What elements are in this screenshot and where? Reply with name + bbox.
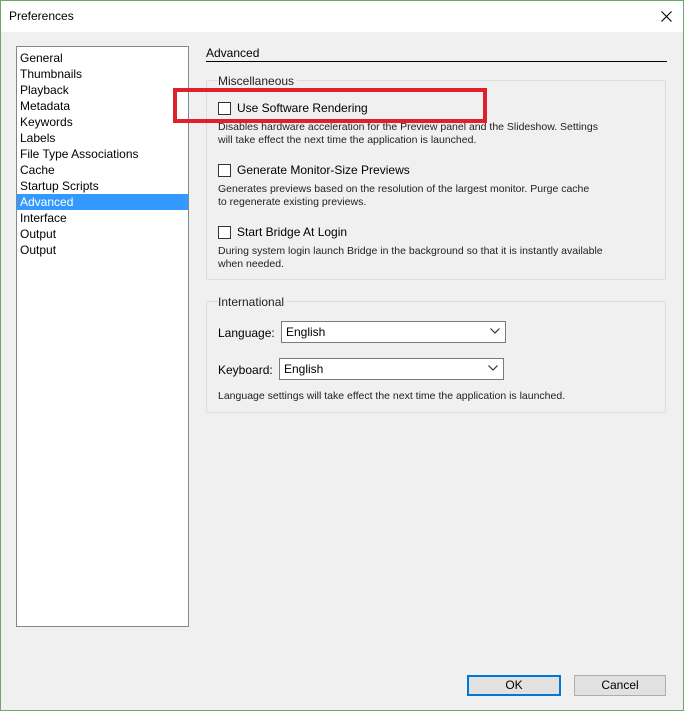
language-select-value: English (286, 325, 326, 339)
sidebar-item-startup-scripts[interactable]: Startup Scripts (17, 178, 188, 194)
sidebar-item-keywords[interactable]: Keywords (17, 114, 188, 130)
sidebar-item-general[interactable]: General (17, 50, 188, 66)
sidebar-item-advanced[interactable]: Advanced (17, 194, 188, 210)
language-select[interactable]: English (281, 321, 506, 343)
start-bridge-at-login-option[interactable]: Start Bridge At Login (218, 224, 347, 240)
keyboard-label: Keyboard: (218, 363, 273, 377)
heading-divider (206, 61, 667, 62)
description-line: Generates previews based on the resoluti… (218, 183, 590, 195)
start-bridge-at-login-description: During system login launch Bridge in the… (218, 245, 638, 271)
language-settings-note: Language settings will take effect the n… (218, 390, 566, 402)
start-bridge-at-login-checkbox[interactable] (218, 225, 231, 239)
start-bridge-at-login-label[interactable]: Start Bridge At Login (237, 225, 347, 239)
sidebar-item-output-2[interactable]: Output (17, 242, 188, 258)
description-line: will take effect the next time the appli… (218, 134, 477, 146)
description-line: when needed. (218, 258, 284, 270)
sidebar-item-thumbnails[interactable]: Thumbnails (17, 66, 188, 82)
title-bar: Preferences (1, 1, 683, 32)
sidebar-item-playback[interactable]: Playback (17, 82, 188, 98)
chevron-down-icon (488, 365, 498, 371)
international-group-title: International (218, 295, 288, 309)
generate-monitor-size-previews-option[interactable]: Generate Monitor-Size Previews (218, 162, 410, 178)
sidebar-item-cache[interactable]: Cache (17, 162, 188, 178)
sidebar-item-metadata[interactable]: Metadata (17, 98, 188, 114)
preferences-category-list[interactable]: General Thumbnails Playback Metadata Key… (16, 46, 189, 627)
use-software-rendering-description: Disables hardware acceleration for the P… (218, 121, 638, 147)
miscellaneous-group-title: Miscellaneous (218, 74, 298, 88)
sidebar-item-output[interactable]: Output (17, 226, 188, 242)
annotation-highlight-box (173, 88, 487, 123)
close-icon (660, 10, 672, 22)
ok-button[interactable]: OK (467, 675, 561, 696)
description-line: to regenerate existing previews. (218, 196, 367, 208)
sidebar-item-interface[interactable]: Interface (17, 210, 188, 226)
generate-monitor-size-previews-checkbox[interactable] (218, 163, 231, 177)
window-title: Preferences (9, 9, 74, 23)
panel-title: Advanced (206, 46, 260, 60)
language-label: Language: (218, 326, 275, 340)
description-line: During system login launch Bridge in the… (218, 245, 603, 257)
cancel-button[interactable]: Cancel (574, 675, 666, 696)
keyboard-select[interactable]: English (279, 358, 504, 380)
generate-monitor-size-previews-label[interactable]: Generate Monitor-Size Previews (237, 163, 410, 177)
sidebar-item-labels[interactable]: Labels (17, 130, 188, 146)
sidebar-item-file-type-associations[interactable]: File Type Associations (17, 146, 188, 162)
close-button[interactable] (649, 1, 683, 31)
keyboard-select-value: English (284, 362, 324, 376)
generate-monitor-size-previews-description: Generates previews based on the resoluti… (218, 183, 638, 209)
chevron-down-icon (490, 328, 500, 334)
